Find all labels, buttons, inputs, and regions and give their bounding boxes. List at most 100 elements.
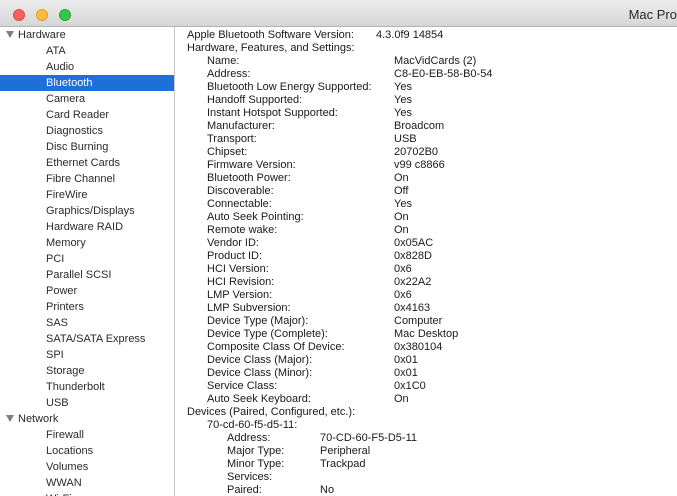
property-auto-seek-keyboard-value: On <box>394 393 409 405</box>
property-handoff-supported-label: Handoff Supported: <box>207 94 303 106</box>
property-device-type-complete-value: Mac Desktop <box>394 328 459 340</box>
sidebar-section-network[interactable]: Network <box>0 411 174 427</box>
sidebar-item-volumes[interactable]: Volumes <box>0 459 174 475</box>
sidebar-item-usb[interactable]: USB <box>0 395 174 411</box>
disclosure-triangle-icon[interactable] <box>6 31 14 38</box>
property-composite-class-of-device-value: 0x380104 <box>394 341 443 353</box>
sidebar-item-diagnostics[interactable]: Diagnostics <box>0 123 174 139</box>
sidebar-item-storage[interactable]: Storage <box>0 363 174 379</box>
property-handoff-supported-value: Yes <box>394 94 412 106</box>
property-device-type-complete-label: Device Type (Complete): <box>207 328 328 340</box>
sidebar-item-graphics-displays[interactable]: Graphics/Displays <box>0 203 174 219</box>
property-name-value: MacVidCards (2) <box>394 55 477 67</box>
property-device-class-major-label: Device Class (Major): <box>207 354 313 366</box>
property-chipset-label: Chipset: <box>207 146 248 158</box>
property-manufacturer-value: Broadcom <box>394 120 445 132</box>
sidebar-item-locations[interactable]: Locations <box>0 443 174 459</box>
property-device-class-major-value: 0x01 <box>394 354 418 366</box>
device-property-major-type-value: Peripheral <box>320 445 371 457</box>
sidebar-item-pci[interactable]: PCI <box>0 251 174 267</box>
sidebar-item-firewall[interactable]: Firewall <box>0 427 174 443</box>
property-discoverable-value: Off <box>394 185 409 197</box>
property-auto-seek-pointing-label: Auto Seek Pointing: <box>207 211 304 223</box>
property-service-class-label: Service Class: <box>207 380 278 392</box>
sidebar-item-power[interactable]: Power <box>0 283 174 299</box>
window-title: Mac Pro <box>628 7 677 22</box>
sidebar-item-memory[interactable]: Memory <box>0 235 174 251</box>
property-vendor-id-label: Vendor ID: <box>207 237 259 249</box>
property-transport-label: Transport: <box>207 133 257 145</box>
sidebar-section-hardware[interactable]: Hardware <box>0 27 174 43</box>
property-address-value: C8-E0-EB-58-B0-54 <box>394 68 493 80</box>
property-lmp-subversion-label: LMP Subversion: <box>207 302 291 314</box>
property-firmware-version-label: Firmware Version: <box>207 159 296 171</box>
device-property-address-value: 70-CD-60-F5-D5-11 <box>320 432 417 444</box>
property-discoverable-label: Discoverable: <box>207 185 274 197</box>
sidebar-item-sata-sata-express[interactable]: SATA/SATA Express <box>0 331 174 347</box>
sidebar-item-disc-burning[interactable]: Disc Burning <box>0 139 174 155</box>
property-device-type-major-label: Device Type (Major): <box>207 315 309 327</box>
sidebar-item-thunderbolt[interactable]: Thunderbolt <box>0 379 174 395</box>
system-information-window: Mac Pro Hardware ATA Audio Bluetooth Camera C… <box>0 0 677 496</box>
property-device-type-major-value: Computer <box>394 315 443 327</box>
device-property-paired-value: No <box>320 484 335 496</box>
minimize-window-button[interactable] <box>36 9 48 21</box>
sidebar-item-ethernet-cards[interactable]: Ethernet Cards <box>0 155 174 171</box>
property-hci-revision-value: 0x22A2 <box>394 276 432 288</box>
property-vendor-id-value: 0x05AC <box>394 237 434 249</box>
property-hci-version-label: HCI Version: <box>207 263 269 275</box>
close-window-button[interactable] <box>13 9 25 21</box>
property-remote-wake-value: On <box>394 224 409 236</box>
sidebar-item-parallel-scsi[interactable]: Parallel SCSI <box>0 267 174 283</box>
property-manufacturer-label: Manufacturer: <box>207 120 275 132</box>
device-name: 70-cd-60-f5-d5-11: <box>207 419 298 431</box>
property-auto-seek-pointing-value: On <box>394 211 409 223</box>
property-firmware-version-value: v99 c8866 <box>394 159 445 171</box>
property-product-id-value: 0x828D <box>394 250 432 262</box>
property-lmp-version-label: LMP Version: <box>207 289 273 301</box>
device-property-services-label: Services: <box>227 471 273 483</box>
property-connectable-value: Yes <box>394 198 412 210</box>
property-bluetooth-low-energy-supported-value: Yes <box>394 81 412 93</box>
sidebar-item-wi-fi[interactable]: Wi-Fi <box>0 491 174 496</box>
sidebar[interactable]: Hardware ATA Audio Bluetooth Camera Card Read… <box>0 27 175 496</box>
property-instant-hotspot-supported-label: Instant Hotspot Supported: <box>207 107 338 119</box>
sidebar-item-printers[interactable]: Printers <box>0 299 174 315</box>
sidebar-section-label: Network <box>18 413 59 425</box>
property-name-label: Name: <box>207 55 240 67</box>
property-hci-revision-label: HCI Revision: <box>207 276 275 288</box>
sidebar-item-spi[interactable]: SPI <box>0 347 174 363</box>
property-connectable-label: Connectable: <box>207 198 272 210</box>
device-property-minor-type-label: Minor Type: <box>227 458 285 470</box>
property-lmp-version-value: 0x6 <box>394 289 412 301</box>
device-property-minor-type-value: Trackpad <box>320 458 366 470</box>
sidebar-item-audio[interactable]: Audio <box>0 59 174 75</box>
device-property-paired-label: Paired: <box>227 484 262 496</box>
property-hci-version-value: 0x6 <box>394 263 412 275</box>
section-heading-hardware-features: Hardware, Features, and Settings: <box>187 42 355 54</box>
title-bar[interactable]: Mac Pro <box>0 0 677 27</box>
disclosure-triangle-icon[interactable] <box>6 415 14 422</box>
detail-pane: Apple Bluetooth Software Version: 4.3.0f9… <box>176 27 677 496</box>
sidebar-item-fibre-channel[interactable]: Fibre Channel <box>0 171 174 187</box>
software-version-label: Apple Bluetooth Software Version: <box>187 29 354 41</box>
sidebar-item-hardware-raid[interactable]: Hardware RAID <box>0 219 174 235</box>
property-product-id-label: Product ID: <box>207 250 263 262</box>
section-heading-devices: Devices (Paired, Configured, etc.): <box>187 406 356 418</box>
sidebar-item-sas[interactable]: SAS <box>0 315 174 331</box>
sidebar-item-card-reader[interactable]: Card Reader <box>0 107 174 123</box>
sidebar-item-firewire[interactable]: FireWire <box>0 187 174 203</box>
sidebar-item-ata[interactable]: ATA <box>0 43 174 59</box>
property-bluetooth-low-energy-supported-label: Bluetooth Low Energy Supported: <box>207 81 372 93</box>
property-device-class-minor-label: Device Class (Minor): <box>207 367 313 379</box>
zoom-window-button[interactable] <box>59 9 71 21</box>
property-service-class-value: 0x1C0 <box>394 380 426 392</box>
sidebar-item-camera[interactable]: Camera <box>0 91 174 107</box>
property-chipset-value: 20702B0 <box>394 146 439 158</box>
sidebar-item-bluetooth[interactable]: Bluetooth <box>0 75 174 91</box>
property-bluetooth-power-label: Bluetooth Power: <box>207 172 291 184</box>
property-instant-hotspot-supported-value: Yes <box>394 107 412 119</box>
property-bluetooth-power-value: On <box>394 172 409 184</box>
property-auto-seek-keyboard-label: Auto Seek Keyboard: <box>207 393 311 405</box>
sidebar-item-wwan[interactable]: WWAN <box>0 475 174 491</box>
